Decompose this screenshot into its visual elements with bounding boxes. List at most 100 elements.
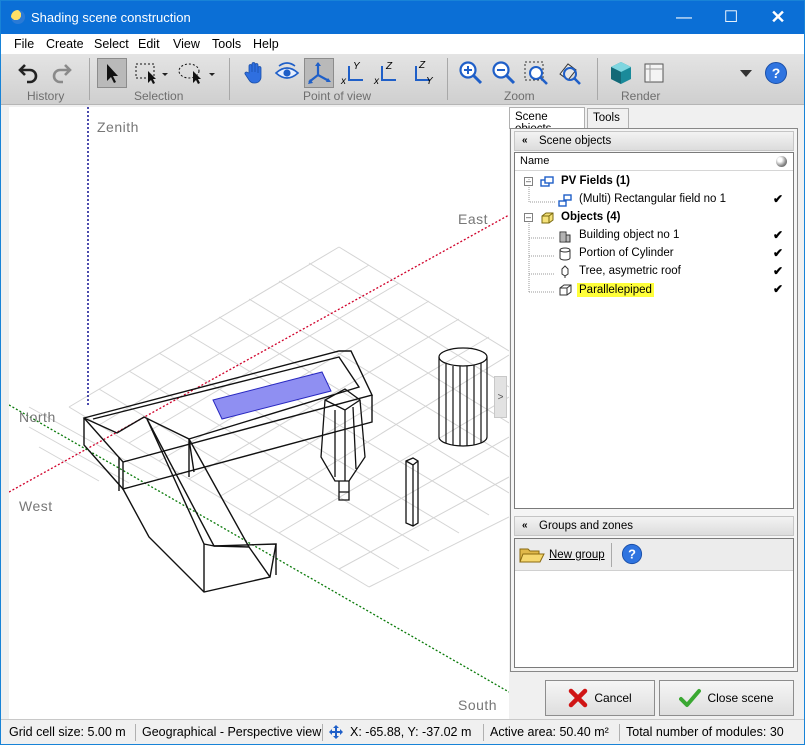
groups-section-header[interactable]: « Groups and zones xyxy=(514,516,794,536)
title-bar: Shading scene construction — ☐ ✕ xyxy=(1,1,804,34)
view-xz-button[interactable]: xZ xyxy=(371,58,401,88)
eye-rotate-icon xyxy=(274,62,300,79)
panel-collapse-handle[interactable]: > xyxy=(494,376,507,418)
collapse-chevron-icon: « xyxy=(522,135,528,146)
cylinder-item-label: Portion of Cylinder xyxy=(579,247,674,259)
tab-tools[interactable]: Tools xyxy=(587,108,629,128)
building-item-label: Building object no 1 xyxy=(579,229,680,241)
groups-help-button[interactable]: ? xyxy=(621,543,643,568)
axes-xy-icon: xY xyxy=(340,61,363,86)
zenith-label: Zenith xyxy=(97,119,139,135)
close-window-button[interactable]: ✕ xyxy=(755,1,801,34)
zoom-window-button[interactable] xyxy=(521,58,551,88)
scene-canvas[interactable] xyxy=(9,107,509,719)
groups-section-title: Groups and zones xyxy=(539,520,633,532)
lasso-select-icon xyxy=(178,63,215,84)
pan-button[interactable] xyxy=(239,58,269,88)
tree-item-label: Tree, asymetric roof xyxy=(579,265,681,277)
rectangle-select-button[interactable] xyxy=(132,58,170,88)
tree-column-header: Name xyxy=(515,153,793,171)
cancel-button[interactable]: Cancel xyxy=(545,680,655,716)
menu-create[interactable]: Create xyxy=(46,37,84,51)
zoom-in-icon xyxy=(459,61,483,85)
menu-view[interactable]: View xyxy=(173,37,200,51)
axes-zy-icon: ZY xyxy=(415,60,434,86)
visible-check-icon[interactable]: ✔ xyxy=(773,192,783,206)
app-logo-icon xyxy=(11,10,25,24)
render-wireframe-button[interactable] xyxy=(639,58,669,88)
hand-icon xyxy=(244,62,262,84)
menu-select[interactable]: Select xyxy=(94,37,129,51)
scene-objects-section-header[interactable]: « Scene objects xyxy=(514,131,794,151)
tree-object-wireframe[interactable] xyxy=(320,388,366,501)
toolbar-separator xyxy=(229,58,230,100)
east-label: East xyxy=(458,211,489,227)
render-solid-button[interactable] xyxy=(606,58,636,88)
toolbar-separator xyxy=(597,58,598,100)
minimize-button[interactable]: — xyxy=(661,1,707,34)
select-arrow-button[interactable] xyxy=(97,58,127,88)
menu-edit[interactable]: Edit xyxy=(138,37,160,51)
window-title: Shading scene construction xyxy=(31,10,191,25)
red-x-icon xyxy=(569,688,588,708)
solid-cube-icon xyxy=(611,62,631,84)
zoom-out-icon xyxy=(492,61,516,85)
maximize-button[interactable]: ☐ xyxy=(708,1,754,34)
zoom-window-icon xyxy=(524,61,548,85)
dropdown-arrow-icon xyxy=(740,70,752,77)
zoom-extents-icon xyxy=(559,63,581,85)
visible-check-icon[interactable]: ✔ xyxy=(773,282,783,296)
zoom-in-button[interactable] xyxy=(456,58,486,88)
green-check-icon xyxy=(679,689,702,707)
folder-open-icon xyxy=(519,548,545,563)
rectangle-select-icon xyxy=(135,63,168,84)
svg-text:Z: Z xyxy=(418,60,426,71)
lasso-select-button[interactable] xyxy=(175,58,217,88)
undo-button[interactable] xyxy=(14,58,44,88)
tree-guide-lines xyxy=(528,178,555,293)
groups-list[interactable]: New group ? xyxy=(514,538,794,668)
visible-check-icon[interactable]: ✔ xyxy=(773,264,783,278)
point-of-view-group-label: Point of view xyxy=(303,89,372,103)
selection-group-label: Selection xyxy=(134,89,184,103)
perspective-view-button[interactable] xyxy=(304,58,334,88)
visibility-sphere-icon[interactable] xyxy=(776,156,787,167)
new-group-button[interactable]: New group xyxy=(519,543,605,567)
scene-viewport[interactable]: Zenith East North West South xyxy=(9,107,509,719)
menu-file[interactable]: File xyxy=(14,37,34,51)
svg-text:?: ? xyxy=(628,547,636,562)
history-group-label: History xyxy=(27,89,65,103)
app-window: Shading scene construction — ☐ ✕ File Cr… xyxy=(0,0,805,745)
west-label: West xyxy=(19,498,53,514)
toolbar-overflow-button[interactable] xyxy=(731,58,761,88)
groups-toolbar-separator xyxy=(611,543,612,567)
svg-text:x: x xyxy=(373,76,380,86)
orbit-view-button[interactable] xyxy=(272,58,302,88)
redo-icon xyxy=(52,64,72,84)
redo-button[interactable] xyxy=(46,58,76,88)
view-zy-button[interactable]: ZY xyxy=(405,58,435,88)
status-separator xyxy=(619,724,620,741)
visible-check-icon[interactable]: ✔ xyxy=(773,228,783,242)
close-scene-button[interactable]: Close scene xyxy=(659,680,794,716)
toolbar-separator xyxy=(447,58,448,100)
scene-objects-section-title: Scene objects xyxy=(539,135,612,147)
svg-text:Z: Z xyxy=(385,61,393,72)
arrow-pointer-icon xyxy=(107,64,118,83)
scene-objects-tree[interactable]: Name – PV Fields (1) (Multi) Rectangular… xyxy=(514,152,794,509)
tab-scene-objects[interactable]: Scene objects xyxy=(509,107,585,135)
view-xy-button[interactable]: xY xyxy=(338,58,368,88)
axes-xz-icon: xZ xyxy=(373,61,396,86)
svg-text:x: x xyxy=(340,76,347,86)
zoom-extents-button[interactable] xyxy=(554,58,584,88)
zoom-out-button[interactable] xyxy=(489,58,519,88)
north-label: North xyxy=(19,409,56,425)
visible-check-icon[interactable]: ✔ xyxy=(773,246,783,260)
svg-text:Y: Y xyxy=(426,76,434,86)
close-scene-label: Close scene xyxy=(707,691,774,705)
status-separator xyxy=(483,724,484,741)
help-button[interactable]: ? xyxy=(761,58,791,88)
menu-tools[interactable]: Tools xyxy=(212,37,241,51)
scene-objects-tab-body: « Scene objects Name – PV Fields (1) (Mu… xyxy=(510,128,798,672)
menu-help[interactable]: Help xyxy=(253,37,279,51)
